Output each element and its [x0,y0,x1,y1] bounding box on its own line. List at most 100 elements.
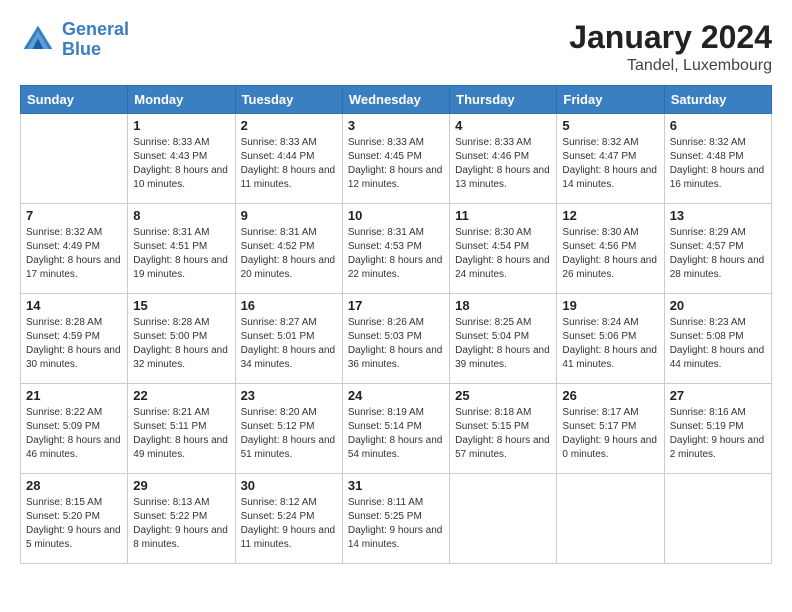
month-title: January 2024 [569,20,772,55]
day-number: 9 [241,208,337,223]
day-number: 28 [26,478,122,493]
day-number: 26 [562,388,658,403]
calendar-day-cell: 2Sunrise: 8:33 AMSunset: 4:44 PMDaylight… [235,114,342,204]
day-info: Sunrise: 8:32 AMSunset: 4:48 PMDaylight:… [670,136,766,192]
day-number: 3 [348,118,444,133]
day-number: 5 [562,118,658,133]
logo-icon [20,22,56,58]
day-number: 6 [670,118,766,133]
calendar-day-cell: 13Sunrise: 8:29 AMSunset: 4:57 PMDayligh… [664,204,771,294]
calendar-day-cell [664,474,771,564]
day-info: Sunrise: 8:27 AMSunset: 5:01 PMDaylight:… [241,316,337,372]
calendar-table: SundayMondayTuesdayWednesdayThursdayFrid… [20,85,772,564]
day-info: Sunrise: 8:33 AMSunset: 4:44 PMDaylight:… [241,136,337,192]
calendar-day-cell: 22 Sunrise: 8:21 AMSunset: 5:11 PMDayligh… [128,384,235,474]
day-number: 20 [670,298,766,313]
calendar-day-cell: 17 Sunrise: 8:26 AMSunset: 5:03 PMDayligh… [342,294,449,384]
logo-general: General [62,19,129,39]
calendar-day-cell: 19 Sunrise: 8:24 AMSunset: 5:06 PMDayligh… [557,294,664,384]
day-info: Sunrise: 8:31 AMSunset: 4:53 PMDaylight:… [348,226,444,282]
calendar-day-cell: 28 Sunrise: 8:15 AMSunset: 5:20 PMDayligh… [21,474,128,564]
day-info: Sunrise: 8:20 AMSunset: 5:12 PMDaylight:… [241,406,337,462]
day-info: Sunrise: 8:26 AMSunset: 5:03 PMDaylight:… [348,316,444,372]
calendar-week-row: 14Sunrise: 8:28 AMSunset: 4:59 PMDayligh… [21,294,772,384]
day-number: 29 [133,478,229,493]
calendar-week-row: 7 Sunrise: 8:32 AMSunset: 4:49 PMDaylight… [21,204,772,294]
day-number: 11 [455,208,551,223]
calendar-day-cell: 29 Sunrise: 8:13 AMSunset: 5:22 PMDayligh… [128,474,235,564]
page: General Blue January 2024 Tandel, Luxemb… [0,0,792,612]
day-number: 7 [26,208,122,223]
day-number: 17 [348,298,444,313]
calendar-day-cell: 7 Sunrise: 8:32 AMSunset: 4:49 PMDaylight… [21,204,128,294]
calendar-day-header: Monday [128,86,235,114]
calendar-day-cell: 1 Sunrise: 8:33 AMSunset: 4:43 PMDaylight… [128,114,235,204]
day-info: Sunrise: 8:17 AMSunset: 5:17 PMDaylight:… [562,406,658,462]
day-info: Sunrise: 8:25 AMSunset: 5:04 PMDaylight:… [455,316,551,372]
calendar-day-cell: 30 Sunrise: 8:12 AMSunset: 5:24 PMDayligh… [235,474,342,564]
day-number: 1 [133,118,229,133]
day-info: Sunrise: 8:15 AMSunset: 5:20 PMDaylight:… [26,496,122,552]
calendar-day-cell: 14Sunrise: 8:28 AMSunset: 4:59 PMDayligh… [21,294,128,384]
day-info: Sunrise: 8:21 AMSunset: 5:11 PMDaylight:… [133,406,229,462]
day-info: Sunrise: 8:16 AMSunset: 5:19 PMDaylight:… [670,406,766,462]
day-number: 19 [562,298,658,313]
day-info: Sunrise: 8:29 AMSunset: 4:57 PMDaylight:… [670,226,766,282]
day-number: 15 [133,298,229,313]
day-number: 30 [241,478,337,493]
day-info: Sunrise: 8:32 AMSunset: 4:49 PMDaylight:… [26,226,122,282]
calendar-day-header: Wednesday [342,86,449,114]
calendar-day-header: Thursday [450,86,557,114]
calendar-week-row: 1 Sunrise: 8:33 AMSunset: 4:43 PMDaylight… [21,114,772,204]
day-info: Sunrise: 8:31 AMSunset: 4:51 PMDaylight:… [133,226,229,282]
day-info: Sunrise: 8:32 AMSunset: 4:47 PMDaylight:… [562,136,658,192]
day-info: Sunrise: 8:12 AMSunset: 5:24 PMDaylight:… [241,496,337,552]
header: General Blue January 2024 Tandel, Luxemb… [20,20,772,75]
logo-text: General Blue [62,20,129,60]
title-block: January 2024 Tandel, Luxembourg [569,20,772,75]
day-number: 24 [348,388,444,403]
calendar-day-cell [450,474,557,564]
calendar-day-cell: 9Sunrise: 8:31 AMSunset: 4:52 PMDaylight… [235,204,342,294]
calendar-day-cell: 18 Sunrise: 8:25 AMSunset: 5:04 PMDayligh… [450,294,557,384]
calendar-day-cell: 11 Sunrise: 8:30 AMSunset: 4:54 PMDayligh… [450,204,557,294]
day-info: Sunrise: 8:28 AMSunset: 5:00 PMDaylight:… [133,316,229,372]
day-info: Sunrise: 8:33 AMSunset: 4:46 PMDaylight:… [455,136,551,192]
logo-blue: Blue [62,39,101,59]
day-number: 8 [133,208,229,223]
calendar-day-cell: 4Sunrise: 8:33 AMSunset: 4:46 PMDaylight… [450,114,557,204]
calendar-day-header: Tuesday [235,86,342,114]
calendar-day-cell: 12Sunrise: 8:30 AMSunset: 4:56 PMDayligh… [557,204,664,294]
day-number: 10 [348,208,444,223]
calendar-day-cell: 15 Sunrise: 8:28 AMSunset: 5:00 PMDayligh… [128,294,235,384]
day-info: Sunrise: 8:33 AMSunset: 4:45 PMDaylight:… [348,136,444,192]
day-number: 14 [26,298,122,313]
calendar-day-header: Sunday [21,86,128,114]
location-title: Tandel, Luxembourg [569,57,772,75]
day-number: 23 [241,388,337,403]
calendar-week-row: 21Sunrise: 8:22 AMSunset: 5:09 PMDayligh… [21,384,772,474]
day-info: Sunrise: 8:33 AMSunset: 4:43 PMDaylight:… [133,136,229,192]
day-info: Sunrise: 8:19 AMSunset: 5:14 PMDaylight:… [348,406,444,462]
calendar-day-cell: 27 Sunrise: 8:16 AMSunset: 5:19 PMDayligh… [664,384,771,474]
day-number: 22 [133,388,229,403]
calendar-day-cell: 8 Sunrise: 8:31 AMSunset: 4:51 PMDaylight… [128,204,235,294]
day-number: 25 [455,388,551,403]
day-number: 16 [241,298,337,313]
day-info: Sunrise: 8:24 AMSunset: 5:06 PMDaylight:… [562,316,658,372]
calendar-day-cell: 3 Sunrise: 8:33 AMSunset: 4:45 PMDaylight… [342,114,449,204]
calendar-day-header: Saturday [664,86,771,114]
day-info: Sunrise: 8:18 AMSunset: 5:15 PMDaylight:… [455,406,551,462]
day-number: 18 [455,298,551,313]
calendar-day-cell: 31Sunrise: 8:11 AMSunset: 5:25 PMDayligh… [342,474,449,564]
calendar-day-cell: 10 Sunrise: 8:31 AMSunset: 4:53 PMDayligh… [342,204,449,294]
day-number: 27 [670,388,766,403]
calendar-day-cell: 6 Sunrise: 8:32 AMSunset: 4:48 PMDaylight… [664,114,771,204]
calendar-day-cell: 26 Sunrise: 8:17 AMSunset: 5:17 PMDayligh… [557,384,664,474]
calendar-day-cell [557,474,664,564]
calendar-day-cell: 5 Sunrise: 8:32 AMSunset: 4:47 PMDaylight… [557,114,664,204]
day-info: Sunrise: 8:30 AMSunset: 4:54 PMDaylight:… [455,226,551,282]
day-info: Sunrise: 8:13 AMSunset: 5:22 PMDaylight:… [133,496,229,552]
calendar-day-cell: 23 Sunrise: 8:20 AMSunset: 5:12 PMDayligh… [235,384,342,474]
day-info: Sunrise: 8:23 AMSunset: 5:08 PMDaylight:… [670,316,766,372]
